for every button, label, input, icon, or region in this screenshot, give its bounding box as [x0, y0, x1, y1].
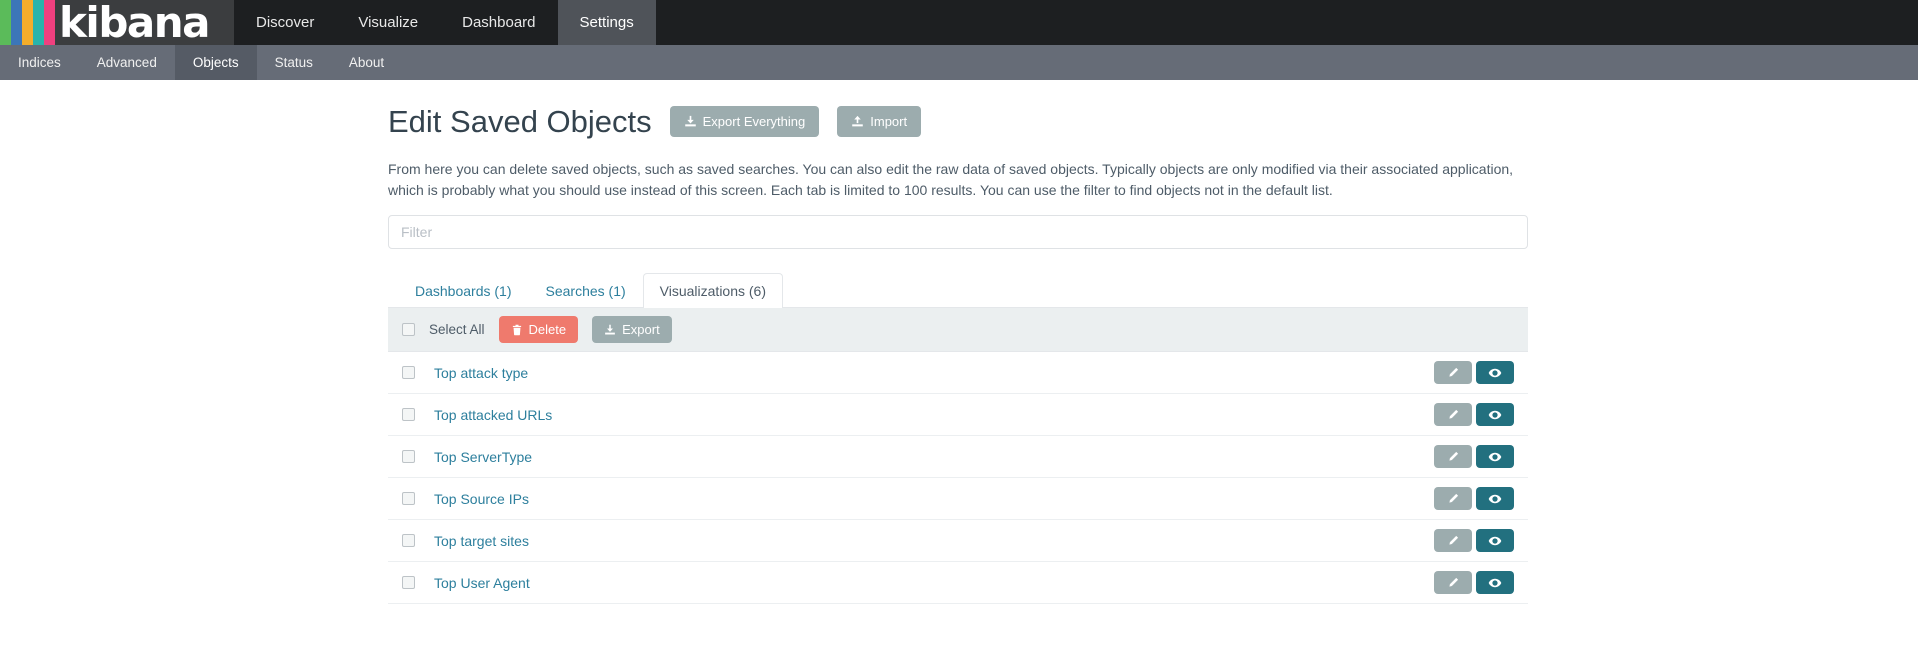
pencil-icon [1447, 451, 1459, 463]
eye-icon [1488, 534, 1502, 548]
pencil-icon [1447, 535, 1459, 547]
subnav-item-objects[interactable]: Objects [175, 45, 257, 80]
row-actions [1434, 571, 1514, 594]
row-checkbox[interactable] [402, 492, 415, 505]
tab-visualizations[interactable]: Visualizations (6) [643, 273, 783, 308]
nav-item-settings[interactable]: Settings [558, 0, 656, 45]
view-object-button[interactable] [1476, 529, 1514, 552]
object-link[interactable]: Top target sites [434, 533, 529, 549]
row-checkbox[interactable] [402, 450, 415, 463]
settings-subnav: Indices Advanced Objects Status About [0, 45, 1918, 80]
logo-color-bars [0, 0, 55, 45]
nav-item-discover[interactable]: Discover [234, 0, 336, 45]
eye-icon [1488, 450, 1502, 464]
kibana-logo[interactable]: kibana [0, 0, 234, 45]
edit-object-button[interactable] [1434, 445, 1472, 468]
row-checkbox[interactable] [402, 366, 415, 379]
export-everything-label: Export Everything [703, 114, 806, 129]
download-icon [684, 115, 697, 128]
delete-button[interactable]: Delete [499, 316, 579, 343]
export-selected-button[interactable]: Export [592, 316, 672, 343]
table-row: Top target sites [388, 520, 1528, 562]
import-button[interactable]: Import [837, 106, 921, 137]
edit-object-button[interactable] [1434, 529, 1472, 552]
tab-searches[interactable]: Searches (1) [529, 273, 643, 308]
eye-icon [1488, 366, 1502, 380]
edit-object-button[interactable] [1434, 361, 1472, 384]
edit-object-button[interactable] [1434, 571, 1472, 594]
top-navbar: kibana Discover Visualize Dashboard Sett… [0, 0, 1918, 45]
row-actions [1434, 445, 1514, 468]
subnav-item-status[interactable]: Status [257, 45, 331, 80]
row-actions [1434, 361, 1514, 384]
row-actions [1434, 403, 1514, 426]
subnav-item-about[interactable]: About [331, 45, 402, 80]
page-body: Edit Saved Objects Export Everything Imp… [0, 80, 1918, 604]
tab-dashboards[interactable]: Dashboards (1) [398, 273, 529, 308]
object-link[interactable]: Top attacked URLs [434, 407, 552, 423]
table-row: Top attacked URLs [388, 394, 1528, 436]
nav-item-dashboard[interactable]: Dashboard [440, 0, 557, 45]
object-type-tabs: Dashboards (1) Searches (1) Visualizatio… [388, 273, 1528, 308]
view-object-button[interactable] [1476, 487, 1514, 510]
row-checkbox[interactable] [402, 534, 415, 547]
object-link[interactable]: Top ServerType [434, 449, 532, 465]
row-actions [1434, 529, 1514, 552]
table-row: Top Source IPs [388, 478, 1528, 520]
pencil-icon [1447, 577, 1459, 589]
content-container: Edit Saved Objects Export Everything Imp… [388, 106, 1528, 604]
logo-bar-blue [11, 0, 22, 45]
row-checkbox[interactable] [402, 576, 415, 589]
download-icon [604, 324, 616, 336]
row-checkbox[interactable] [402, 408, 415, 421]
trash-icon [511, 324, 523, 336]
subnav-item-indices[interactable]: Indices [0, 45, 79, 80]
logo-bar-teal [33, 0, 44, 45]
brand-wordmark: kibana [59, 0, 209, 45]
logo-bar-green [0, 0, 11, 45]
eye-icon [1488, 408, 1502, 422]
view-object-button[interactable] [1476, 361, 1514, 384]
page-description: From here you can delete saved objects, … [388, 159, 1528, 201]
table-row: Top User Agent [388, 562, 1528, 604]
object-link[interactable]: Top User Agent [434, 575, 530, 591]
table-row: Top attack type [388, 352, 1528, 394]
object-link[interactable]: Top attack type [434, 365, 528, 381]
delete-label: Delete [529, 322, 567, 337]
upload-icon [851, 115, 864, 128]
view-object-button[interactable] [1476, 445, 1514, 468]
row-actions [1434, 487, 1514, 510]
import-label: Import [870, 114, 907, 129]
select-all-label[interactable]: Select All [429, 322, 485, 337]
top-nav-links: Discover Visualize Dashboard Settings [234, 0, 656, 45]
nav-item-visualize[interactable]: Visualize [336, 0, 440, 45]
pencil-icon [1447, 409, 1459, 421]
object-link[interactable]: Top Source IPs [434, 491, 529, 507]
subnav-item-advanced[interactable]: Advanced [79, 45, 175, 80]
edit-object-button[interactable] [1434, 487, 1472, 510]
eye-icon [1488, 492, 1502, 506]
eye-icon [1488, 576, 1502, 590]
view-object-button[interactable] [1476, 571, 1514, 594]
title-row: Edit Saved Objects Export Everything Imp… [388, 106, 1528, 137]
edit-object-button[interactable] [1434, 403, 1472, 426]
logo-bar-pink [44, 0, 55, 45]
filter-input[interactable] [388, 215, 1528, 249]
pencil-icon [1447, 367, 1459, 379]
select-all-checkbox[interactable] [402, 323, 415, 336]
pencil-icon [1447, 493, 1459, 505]
page-title: Edit Saved Objects [388, 106, 652, 137]
logo-bar-yellow [22, 0, 33, 45]
view-object-button[interactable] [1476, 403, 1514, 426]
export-everything-button[interactable]: Export Everything [670, 106, 820, 137]
saved-objects-list: Top attack type Top attacked URLs [388, 352, 1528, 604]
export-selected-label: Export [622, 322, 660, 337]
table-row: Top ServerType [388, 436, 1528, 478]
bulk-actions-bar: Select All Delete Export [388, 308, 1528, 352]
